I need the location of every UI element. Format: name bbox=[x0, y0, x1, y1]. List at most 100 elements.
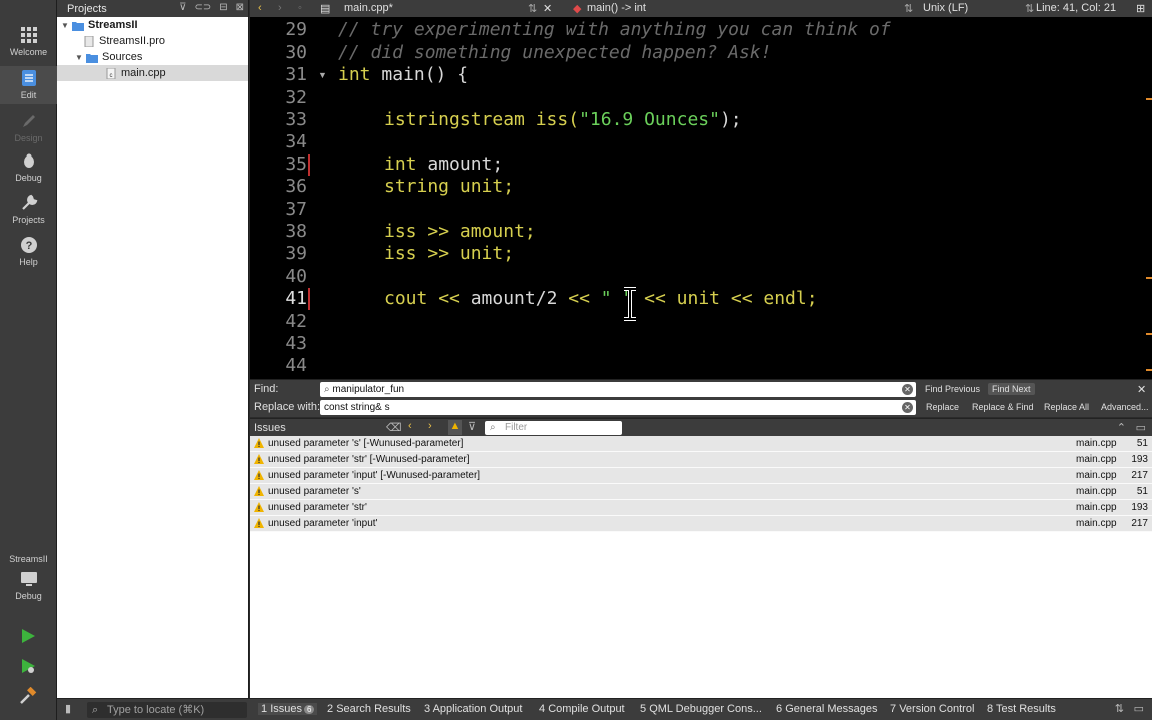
maximize-pane-icon[interactable]: ▭ bbox=[1136, 421, 1146, 434]
change-marker bbox=[308, 288, 310, 310]
locator-input[interactable]: ⌕ Type to locate (⌘K) bbox=[87, 702, 247, 718]
pane-tab-version-control[interactable]: 7 Version Control bbox=[890, 703, 974, 715]
open-file-name[interactable]: main.cpp* bbox=[344, 2, 393, 14]
file-dropdown-icon[interactable]: ⇅ bbox=[528, 2, 537, 15]
bug-icon bbox=[23, 153, 34, 168]
issues-filter-input[interactable]: ⌕ Filter bbox=[485, 421, 622, 435]
tree-item-pro-file[interactable]: StreamsII.pro bbox=[57, 33, 248, 49]
warning-filter-icon[interactable]: ▲ bbox=[448, 420, 462, 435]
mode-projects[interactable]: Projects bbox=[0, 194, 57, 225]
filter-icon[interactable]: ⊽ bbox=[179, 2, 186, 13]
split-editor-icon[interactable]: ⊞ bbox=[1136, 2, 1145, 15]
output-pane-bar: ▮ ⌕ Type to locate (⌘K) 1 Issues 6 2 Sear… bbox=[57, 698, 1152, 720]
clear-replace-icon[interactable]: ✕ bbox=[902, 402, 913, 413]
find-input[interactable]: ⌕ manipulator_fun ✕ bbox=[320, 382, 916, 397]
forward-arrow-icon[interactable]: › bbox=[278, 2, 282, 14]
pane-tab-test-results[interactable]: 8 Test Results bbox=[987, 703, 1056, 715]
issue-row[interactable]: unused parameter 's' [-Wunused-parameter… bbox=[250, 436, 1152, 452]
issue-message: unused parameter 'str' bbox=[268, 502, 367, 513]
issue-message: unused parameter 's' bbox=[268, 486, 361, 497]
warning-icon bbox=[254, 486, 264, 496]
issue-file: main.cpp bbox=[1076, 438, 1117, 449]
mode-debug[interactable]: Debug bbox=[0, 152, 57, 183]
filter-funnel-icon[interactable]: ⊽ bbox=[468, 420, 476, 433]
kit-selector[interactable]: StreamsII Debug bbox=[0, 554, 57, 601]
replace-and-find-button[interactable]: Replace & Find bbox=[972, 402, 1034, 412]
code-line-36: string unit; bbox=[384, 176, 515, 197]
split-icon[interactable]: ⊟ bbox=[219, 2, 227, 13]
next-issue-icon[interactable]: › bbox=[428, 420, 432, 432]
pane-tab-issues[interactable]: 1 Issues 6 bbox=[258, 703, 318, 715]
chevron-down-icon[interactable]: ▼ bbox=[74, 53, 84, 62]
previous-issue-icon[interactable]: ‹ bbox=[408, 420, 412, 432]
code-line-41: cout << amount/2 << " " << unit << endl; bbox=[384, 288, 818, 309]
pane-tab-compile-output[interactable]: 4 Compile Output bbox=[539, 703, 625, 715]
close-file-icon[interactable]: ✕ bbox=[543, 2, 552, 15]
symbol-dropdown-icon[interactable]: ⇅ bbox=[904, 2, 913, 15]
locator-placeholder: Type to locate (⌘K) bbox=[107, 704, 205, 716]
tree-item-sources[interactable]: ▼ Sources bbox=[57, 49, 248, 65]
build-hammer-icon[interactable] bbox=[19, 687, 37, 705]
line-number: 39 bbox=[285, 243, 307, 264]
filter-placeholder: Filter bbox=[505, 422, 528, 433]
projects-panel-header: Projects ⊽ ⊂⊃ ⊟ ⊠ bbox=[57, 0, 248, 17]
issue-file: main.cpp bbox=[1076, 502, 1117, 513]
mode-label: Projects bbox=[12, 215, 45, 225]
issue-row[interactable]: unused parameter 's' main.cpp 51 bbox=[250, 484, 1152, 500]
close-panel-icon[interactable]: ⊠ bbox=[236, 2, 244, 13]
issue-row[interactable]: unused parameter 'str' [-Wunused-paramet… bbox=[250, 452, 1152, 468]
cursor-position[interactable]: Line: 41, Col: 21 bbox=[1036, 2, 1116, 14]
line-ending-dropdown-icon[interactable]: ⇅ bbox=[1025, 2, 1034, 15]
pane-tab-qml-debugger[interactable]: 5 QML Debugger Cons... bbox=[640, 703, 762, 715]
tree-item-main-cpp[interactable]: c main.cpp bbox=[57, 65, 248, 81]
mode-edit[interactable]: Edit bbox=[0, 66, 57, 104]
clear-issues-icon[interactable]: ⌫ bbox=[386, 421, 402, 434]
line-number: 40 bbox=[285, 266, 307, 287]
issue-row[interactable]: unused parameter 'input' main.cpp 217 bbox=[250, 516, 1152, 532]
line-ending[interactable]: Unix (LF) bbox=[923, 2, 968, 14]
line-number: 34 bbox=[285, 131, 307, 152]
fold-arrow-icon[interactable]: ▼ bbox=[318, 70, 327, 80]
replace-button[interactable]: Replace bbox=[926, 402, 959, 412]
find-previous-button[interactable]: Find Previous bbox=[925, 384, 980, 394]
find-label: Find: bbox=[254, 383, 279, 395]
chevron-down-icon[interactable]: ▼ bbox=[60, 21, 70, 30]
current-symbol[interactable]: main() -> int bbox=[587, 2, 646, 14]
run-icon[interactable] bbox=[19, 627, 37, 645]
collapse-pane-icon[interactable]: ⌃ bbox=[1117, 421, 1126, 434]
code-editor[interactable]: 29 30 31 32 33 34 35 36 37 38 39 40 41 4… bbox=[250, 17, 1152, 379]
more-panes-icon[interactable]: ⇅ bbox=[1115, 702, 1124, 715]
replace-value: const string& s bbox=[324, 402, 390, 413]
code-token: main() { bbox=[370, 64, 469, 85]
pen-icon bbox=[22, 115, 35, 127]
tab-label: Issues bbox=[270, 703, 302, 715]
issue-row[interactable]: unused parameter 'str' main.cpp 193 bbox=[250, 500, 1152, 516]
issue-file: main.cpp bbox=[1076, 486, 1117, 497]
pane-tab-search-results[interactable]: 2 Search Results bbox=[327, 703, 411, 715]
tab-number: 8 bbox=[987, 703, 994, 715]
replace-input[interactable]: const string& s ✕ bbox=[320, 400, 916, 415]
toggle-output-icon[interactable]: ▭ bbox=[1134, 702, 1144, 715]
clear-find-icon[interactable]: ✕ bbox=[902, 384, 913, 395]
code-line-39: iss >> unit; bbox=[384, 243, 514, 264]
tree-item-project[interactable]: ▼ StreamsII bbox=[57, 17, 248, 33]
tab-number: 1 bbox=[261, 703, 268, 715]
advanced-button[interactable]: Advanced... bbox=[1101, 402, 1149, 412]
close-find-icon[interactable]: ✕ bbox=[1137, 383, 1146, 396]
toggle-sidebar-icon[interactable]: ▮ bbox=[65, 702, 71, 715]
find-next-button[interactable]: Find Next bbox=[988, 383, 1035, 395]
mode-label: Design bbox=[14, 133, 43, 143]
back-arrow-icon[interactable]: ‹ bbox=[258, 2, 262, 14]
line-number: 33 bbox=[285, 109, 307, 130]
replace-all-button[interactable]: Replace All bbox=[1044, 402, 1089, 412]
link-icon[interactable]: ⊂⊃ bbox=[194, 2, 211, 13]
code-token: ); bbox=[719, 109, 742, 130]
code-token: unit bbox=[665, 288, 731, 309]
debug-run-icon[interactable] bbox=[19, 657, 37, 675]
mode-design[interactable]: Design bbox=[0, 112, 57, 143]
issue-row[interactable]: unused parameter 'input' [-Wunused-param… bbox=[250, 468, 1152, 484]
pane-tab-general-messages[interactable]: 6 General Messages bbox=[776, 703, 878, 715]
mode-welcome[interactable]: Welcome bbox=[0, 26, 57, 57]
pane-tab-application-output[interactable]: 3 Application Output bbox=[424, 703, 522, 715]
mode-help[interactable]: ? Help bbox=[0, 236, 57, 267]
